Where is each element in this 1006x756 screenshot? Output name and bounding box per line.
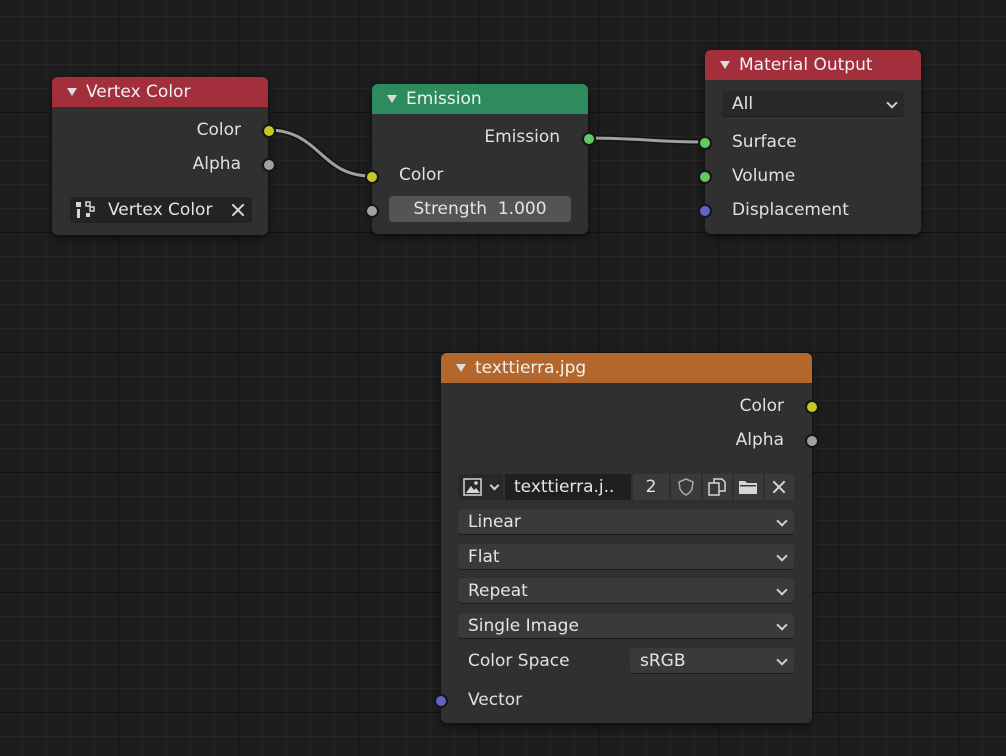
input-label-surface: Surface xyxy=(732,132,797,152)
duplicate-icon xyxy=(708,478,726,496)
interpolation-value: Linear xyxy=(468,512,521,532)
node-title: Vertex Color xyxy=(86,82,191,102)
output-label-color: Color xyxy=(196,120,241,140)
emission-output-socket[interactable] xyxy=(582,132,596,146)
emission-input-socket-strength[interactable] xyxy=(365,204,379,218)
chevron-down-icon xyxy=(776,515,788,527)
node-title: texttierra.jpg xyxy=(475,358,587,378)
unlink-image-button[interactable] xyxy=(765,474,794,500)
vertex-color-node[interactable]: Vertex Color Color Alpha Vertex Color xyxy=(52,77,268,235)
output-input-socket-surface[interactable] xyxy=(698,136,712,150)
chevron-down-icon xyxy=(776,654,788,666)
duplicate-image-button[interactable] xyxy=(703,474,732,500)
vertex-color-output-socket-color[interactable] xyxy=(262,124,276,138)
emission-node[interactable]: Emission Emission Color Strength 1.000 xyxy=(372,84,588,234)
users-count-value: 2 xyxy=(645,477,657,497)
input-label-displacement: Displacement xyxy=(732,200,849,220)
vertex-color-layer-icon xyxy=(76,201,95,218)
image-browse-button[interactable] xyxy=(458,474,503,500)
output-label-emission: Emission xyxy=(484,127,560,147)
collapse-arrow-icon[interactable] xyxy=(387,95,397,103)
source-value: Single Image xyxy=(468,616,579,636)
emission-node-header[interactable]: Emission xyxy=(372,84,588,114)
material-output-node-header[interactable]: Material Output xyxy=(705,50,921,80)
collapse-arrow-icon[interactable] xyxy=(720,61,730,69)
image-users-count[interactable]: 2 xyxy=(633,474,669,500)
color-space-label: Color Space xyxy=(468,651,570,671)
image-datablock-selector: texttierra.j.. 2 xyxy=(458,474,794,500)
input-label-color: Color xyxy=(399,165,444,185)
render-target-dropdown[interactable]: All xyxy=(722,91,904,117)
chevron-down-icon xyxy=(886,97,898,109)
shield-icon xyxy=(678,478,694,496)
emission-input-socket-color[interactable] xyxy=(365,170,379,184)
material-output-node[interactable]: Material Output All Surface Volume Displ… xyxy=(705,50,921,234)
chevron-down-icon xyxy=(776,619,788,631)
collapse-arrow-icon[interactable] xyxy=(456,364,466,372)
strength-label: Strength xyxy=(413,199,488,219)
vertex-color-layer-name: Vertex Color xyxy=(108,200,213,220)
source-dropdown[interactable]: Single Image xyxy=(458,613,794,639)
folder-icon xyxy=(739,481,757,494)
clear-layer-icon[interactable] xyxy=(230,202,246,218)
input-label-vector: Vector xyxy=(468,690,523,710)
output-label-color: Color xyxy=(739,396,784,416)
image-name-field[interactable]: texttierra.j.. xyxy=(505,474,631,500)
image-texture-node-header[interactable]: texttierra.jpg xyxy=(441,353,812,383)
projection-dropdown[interactable]: Flat xyxy=(458,544,794,570)
color-space-dropdown[interactable]: sRGB xyxy=(630,648,794,674)
image-input-socket-vector[interactable] xyxy=(434,694,448,708)
output-input-socket-displacement[interactable] xyxy=(698,204,712,218)
extension-value: Repeat xyxy=(468,581,528,601)
render-target-value: All xyxy=(732,94,754,114)
image-output-socket-color[interactable] xyxy=(805,400,819,414)
vertex-color-output-socket-alpha[interactable] xyxy=(262,158,276,172)
color-space-value: sRGB xyxy=(640,651,686,671)
output-input-socket-volume[interactable] xyxy=(698,170,712,184)
strength-value: 1.000 xyxy=(497,199,547,219)
fake-user-button[interactable] xyxy=(671,474,701,500)
output-label-alpha: Alpha xyxy=(735,430,784,450)
chevron-down-icon xyxy=(776,550,788,562)
interpolation-dropdown[interactable]: Linear xyxy=(458,509,794,535)
node-title: Material Output xyxy=(739,55,873,75)
chevron-down-icon xyxy=(489,480,500,491)
projection-value: Flat xyxy=(468,547,500,567)
strength-field[interactable]: Strength 1.000 xyxy=(389,196,571,222)
image-icon xyxy=(463,478,482,496)
collapse-arrow-icon[interactable] xyxy=(67,88,77,96)
input-label-volume: Volume xyxy=(732,166,796,186)
chevron-down-icon xyxy=(776,584,788,596)
close-icon xyxy=(771,479,787,495)
output-label-alpha: Alpha xyxy=(192,154,241,174)
vertex-color-node-header[interactable]: Vertex Color xyxy=(52,77,268,107)
node-title: Emission xyxy=(406,89,482,109)
vertex-color-layer-field[interactable]: Vertex Color xyxy=(70,197,252,223)
open-image-button[interactable] xyxy=(734,474,763,500)
image-output-socket-alpha[interactable] xyxy=(805,434,819,448)
image-texture-node[interactable]: texttierra.jpg Color Alpha texttierra.j.… xyxy=(441,353,812,723)
image-name: texttierra.j.. xyxy=(514,477,615,497)
extension-dropdown[interactable]: Repeat xyxy=(458,578,794,604)
